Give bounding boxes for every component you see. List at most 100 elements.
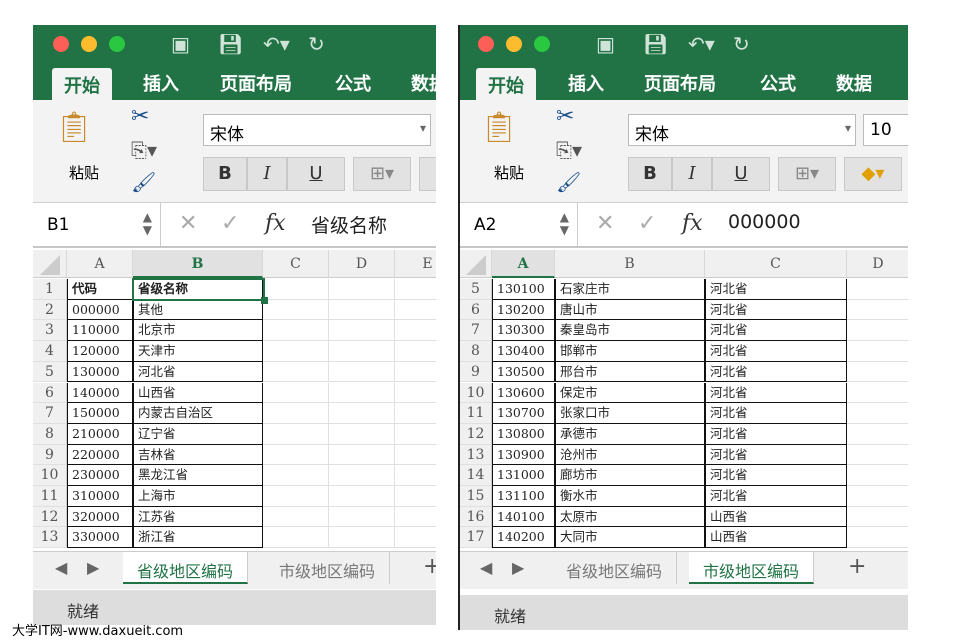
- table-cell[interactable]: 河北省: [705, 299, 847, 321]
- row-header[interactable]: 10: [460, 382, 492, 404]
- undo-icon[interactable]: ↶▾: [688, 32, 715, 56]
- table-cell[interactable]: 130000: [67, 361, 133, 383]
- table-cell[interactable]: 130100: [492, 279, 555, 300]
- sheet-tab[interactable]: 省级地区编码: [123, 552, 249, 584]
- table-cell[interactable]: [395, 424, 436, 445]
- table-cell[interactable]: 河北省: [705, 361, 847, 383]
- table-cell[interactable]: 沧州市: [555, 444, 705, 466]
- table-cell[interactable]: [263, 527, 329, 549]
- table-cell[interactable]: 其他: [133, 299, 263, 321]
- table-cell[interactable]: [329, 423, 395, 445]
- table-cell[interactable]: 衡水市: [555, 486, 705, 507]
- table-cell[interactable]: 130400: [492, 341, 555, 362]
- table-cell[interactable]: 220000: [67, 444, 133, 466]
- row-header[interactable]: 9: [460, 361, 492, 383]
- minimize-window-button[interactable]: [506, 36, 522, 52]
- table-cell[interactable]: 140100: [492, 506, 555, 528]
- table-cell[interactable]: 230000: [67, 465, 133, 486]
- row-header[interactable]: 14: [460, 465, 492, 486]
- table-cell[interactable]: [263, 444, 329, 466]
- table-cell[interactable]: 承德市: [555, 423, 705, 445]
- column-header[interactable]: B: [133, 250, 263, 278]
- sheet-tab[interactable]: 市级地区编码: [265, 552, 391, 584]
- table-cell[interactable]: [329, 403, 395, 424]
- table-cell[interactable]: [395, 403, 436, 424]
- table-cell[interactable]: [329, 299, 395, 321]
- table-cell[interactable]: 河北省: [705, 341, 847, 362]
- table-cell[interactable]: 江苏省: [133, 506, 263, 528]
- row-header[interactable]: 15: [460, 486, 492, 507]
- font-name-select[interactable]: 宋体 ▾: [203, 114, 431, 146]
- formula-input[interactable]: 000000: [728, 211, 801, 233]
- table-cell[interactable]: [263, 341, 329, 362]
- table-cell[interactable]: 130800: [492, 423, 555, 445]
- save-icon[interactable]: 💾︎: [218, 32, 243, 56]
- table-cell[interactable]: 秦皇岛市: [555, 320, 705, 342]
- row-header[interactable]: 13: [33, 527, 67, 549]
- table-cell[interactable]: 河北省: [705, 444, 847, 466]
- table-cell[interactable]: 330000: [67, 527, 133, 549]
- table-cell[interactable]: 代码: [67, 279, 133, 300]
- table-cell[interactable]: [263, 299, 329, 321]
- fill-handle[interactable]: [261, 297, 268, 304]
- column-header[interactable]: D: [329, 250, 395, 278]
- sidebar-toggle-icon[interactable]: ▣: [171, 32, 190, 56]
- row-header[interactable]: 3: [33, 320, 67, 342]
- copy-icon[interactable]: ⎘▾: [131, 138, 157, 162]
- add-sheet-button[interactable]: +: [848, 554, 866, 579]
- ribbon-tab[interactable]: 页面布局: [644, 70, 716, 96]
- table-cell[interactable]: 上海市: [133, 486, 263, 507]
- table-cell[interactable]: [329, 341, 395, 362]
- zoom-window-button[interactable]: [109, 36, 125, 52]
- table-cell[interactable]: [329, 382, 395, 404]
- row-header[interactable]: 9: [33, 444, 67, 466]
- table-cell[interactable]: [847, 465, 908, 486]
- table-cell[interactable]: [847, 445, 908, 466]
- ribbon-tab[interactable]: 页面布局: [220, 70, 292, 96]
- sidebar-toggle-icon[interactable]: ▣: [596, 32, 615, 56]
- table-cell[interactable]: [395, 507, 436, 528]
- cut-icon[interactable]: ✂: [556, 104, 574, 129]
- table-cell[interactable]: 邢台市: [555, 361, 705, 383]
- table-cell[interactable]: 140000: [67, 382, 133, 404]
- row-header[interactable]: 11: [460, 403, 492, 424]
- table-cell[interactable]: 山西省: [705, 506, 847, 528]
- table-cell[interactable]: [395, 465, 436, 486]
- table-cell[interactable]: 310000: [67, 486, 133, 507]
- table-cell[interactable]: 河北省: [705, 423, 847, 445]
- sheet-tab[interactable]: 市级地区编码: [689, 552, 815, 584]
- table-cell[interactable]: [847, 527, 908, 549]
- table-cell[interactable]: 天津市: [133, 341, 263, 362]
- close-window-button[interactable]: [478, 36, 494, 52]
- column-header[interactable]: B: [555, 250, 705, 278]
- table-cell[interactable]: [847, 320, 908, 342]
- table-cell[interactable]: 130200: [492, 299, 555, 321]
- enter-icon[interactable]: ✓: [638, 211, 656, 236]
- ribbon-tab[interactable]: 插入: [143, 70, 179, 96]
- table-cell[interactable]: [329, 361, 395, 383]
- row-header[interactable]: 12: [33, 506, 67, 528]
- enter-icon[interactable]: ✓: [221, 211, 239, 236]
- ribbon-tab[interactable]: 公式: [335, 70, 371, 96]
- table-cell[interactable]: [329, 465, 395, 486]
- underline-button[interactable]: U: [712, 157, 770, 191]
- select-all-corner[interactable]: [33, 250, 67, 278]
- table-cell[interactable]: 000000: [67, 299, 133, 321]
- table-cell[interactable]: 河北省: [705, 279, 847, 300]
- table-cell[interactable]: [329, 279, 395, 300]
- table-cell[interactable]: [847, 383, 908, 404]
- table-cell[interactable]: [395, 383, 436, 404]
- table-cell[interactable]: [329, 486, 395, 507]
- italic-button[interactable]: I: [672, 157, 712, 191]
- ribbon-tab[interactable]: 数据: [411, 70, 436, 96]
- table-cell[interactable]: [329, 444, 395, 466]
- row-header[interactable]: 5: [460, 279, 492, 300]
- row-header[interactable]: 6: [33, 382, 67, 404]
- row-header[interactable]: 6: [460, 299, 492, 321]
- row-header[interactable]: 16: [460, 506, 492, 528]
- table-cell[interactable]: 320000: [67, 506, 133, 528]
- table-cell[interactable]: [263, 279, 329, 300]
- table-cell[interactable]: 辽宁省: [133, 423, 263, 445]
- sheet-tab[interactable]: 省级地区编码: [552, 552, 678, 584]
- table-cell[interactable]: [395, 527, 436, 549]
